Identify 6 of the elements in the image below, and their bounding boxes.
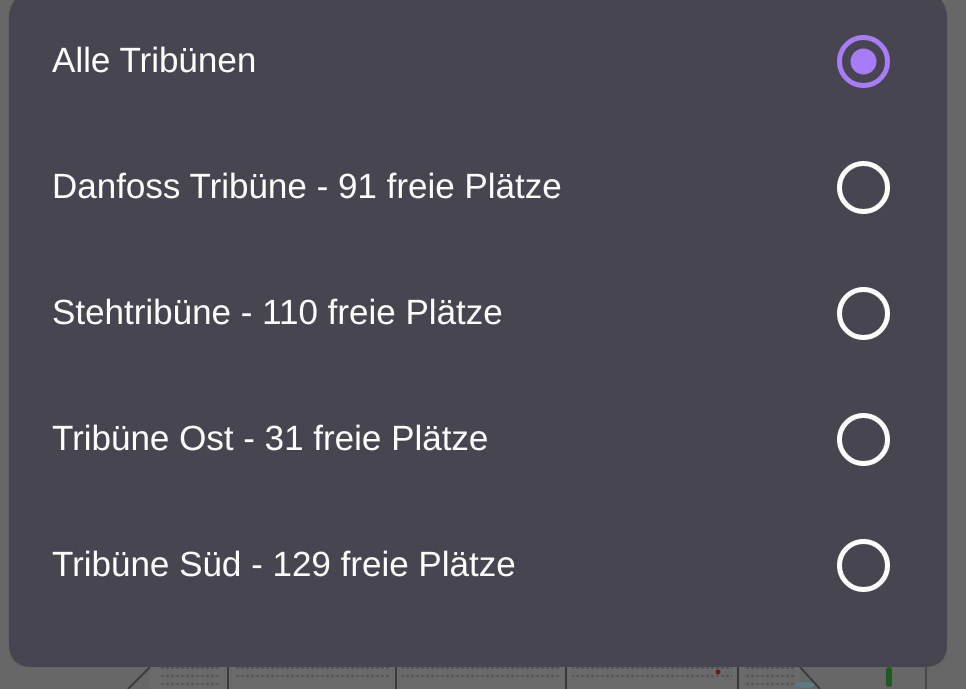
option-label[interactable]: Tribüne Ost - 31 freie Plätze [52,418,488,460]
option-label[interactable]: Alle Tribünen [52,40,256,82]
option-label[interactable]: Stehtribüne - 110 freie Plätze [52,292,503,334]
option-label[interactable]: Danfoss Tribüne - 91 freie Plätze [52,166,562,208]
option-label[interactable]: Tribüne Süd - 129 freie Plätze [52,544,516,586]
radio-icon[interactable] [837,34,890,88]
